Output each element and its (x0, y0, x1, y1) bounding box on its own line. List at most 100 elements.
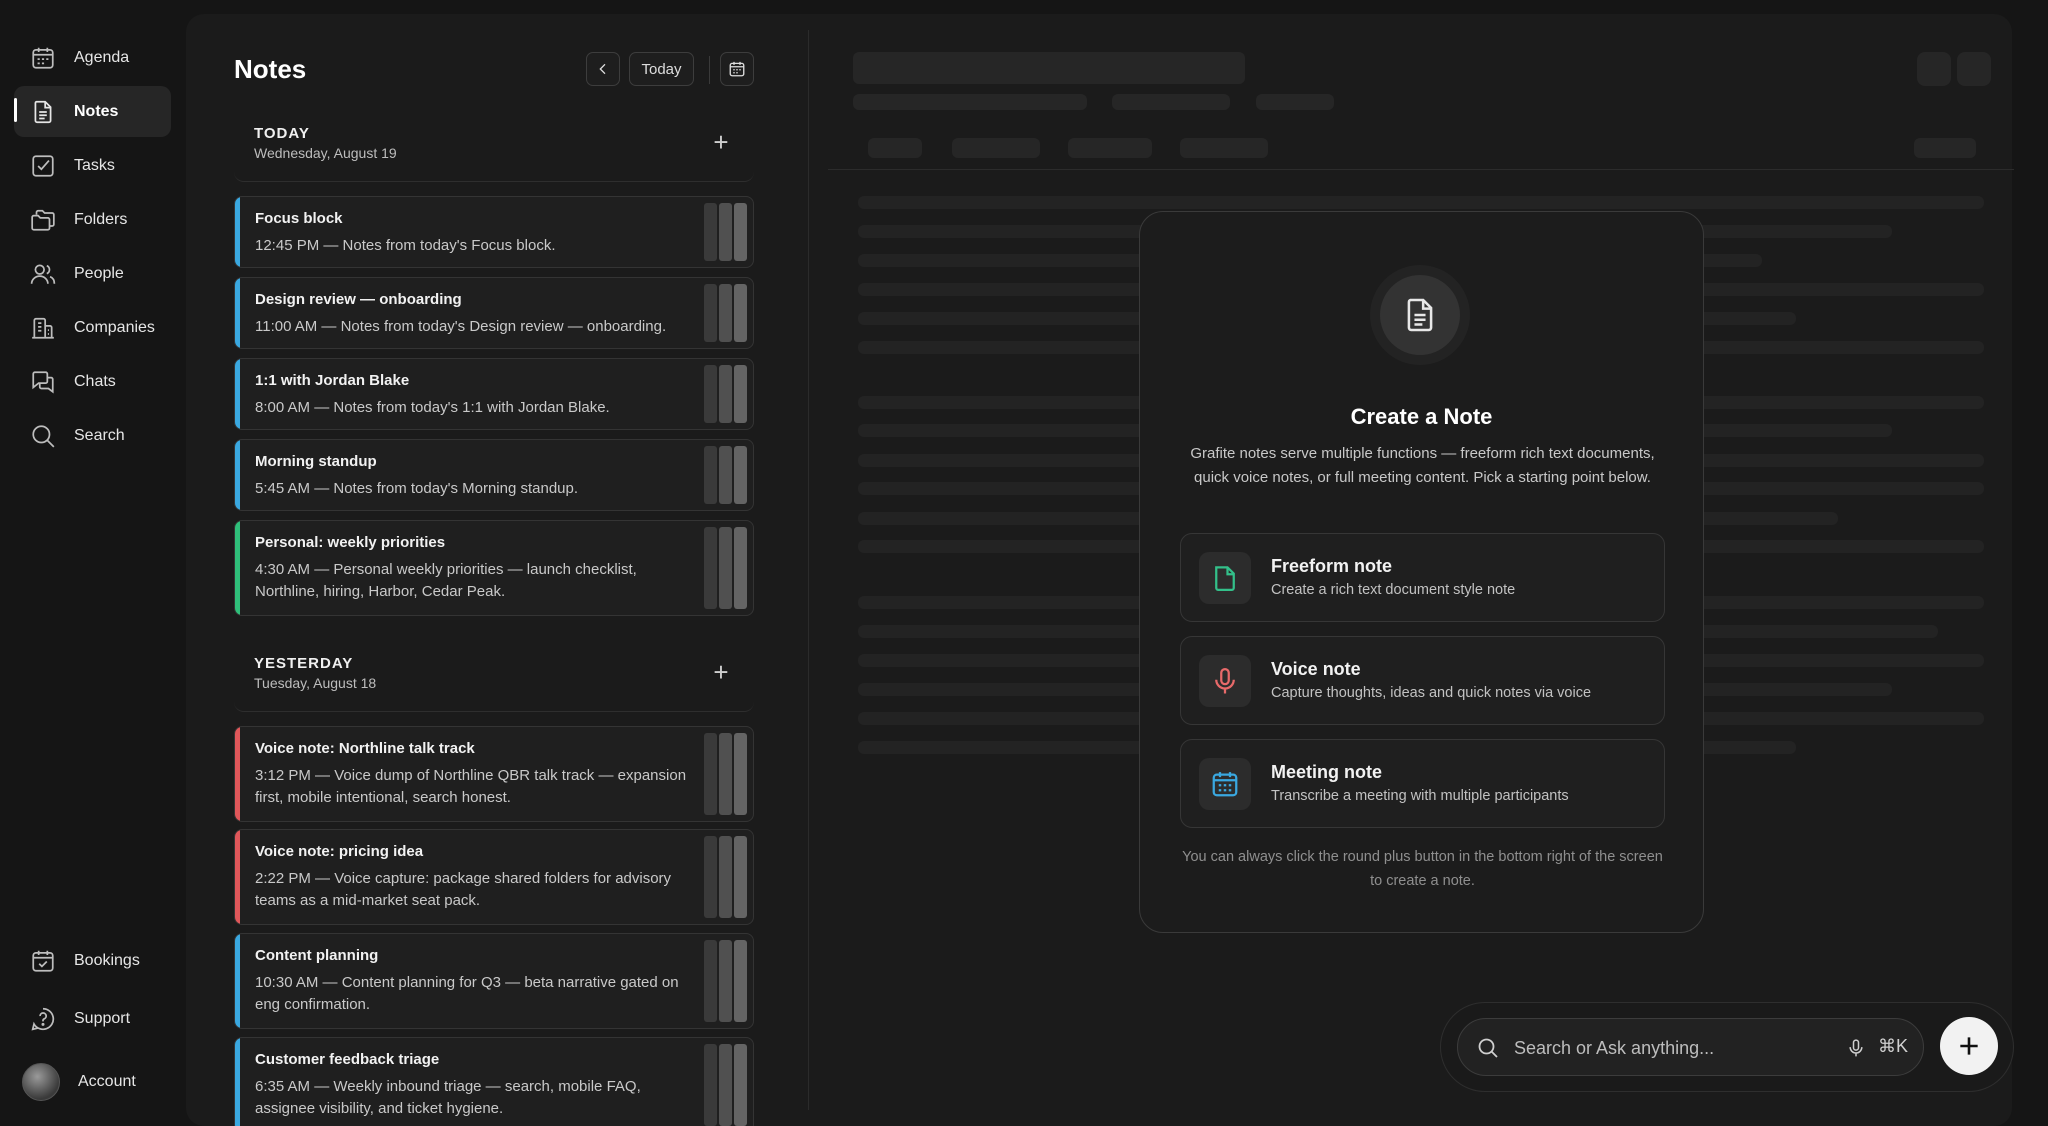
section-title: TODAY (254, 125, 310, 142)
sidebar-item-account[interactable]: Account (14, 1056, 171, 1107)
search-icon (28, 421, 58, 451)
search-icon (1476, 1036, 1500, 1065)
meeting-note-option[interactable]: Meeting note Transcribe a meeting with m… (1180, 739, 1665, 828)
section-date: Tuesday, August 18 (254, 675, 377, 691)
sidebar-item-label: Bookings (74, 951, 140, 969)
avatar (22, 1062, 60, 1101)
sidebar-item-label: Chats (74, 372, 116, 390)
microphone-icon[interactable] (1846, 1037, 1866, 1064)
option-title: Voice note (1271, 659, 1361, 679)
sidebar-item-tasks[interactable]: Tasks (14, 140, 171, 191)
note-activity-bars (704, 446, 747, 504)
freeform-note-option[interactable]: Freeform note Create a rich text documen… (1180, 533, 1665, 622)
section-date: Wednesday, August 19 (254, 145, 397, 161)
calendar-icon (729, 61, 745, 77)
page-title: Notes (234, 54, 307, 84)
calendar-check-icon (28, 946, 58, 976)
divider (709, 56, 710, 84)
note-activity-bars (704, 527, 747, 609)
note-title: Voice note: pricing idea (255, 843, 424, 860)
building-icon (28, 313, 58, 343)
voice-note-option[interactable]: Voice note Capture thoughts, ideas and q… (1180, 636, 1665, 725)
chat-bubbles-icon (28, 367, 58, 397)
note-accent-bar (235, 521, 240, 615)
sidebar-item-label: Companies (74, 318, 155, 336)
note-description: 8:00 AM — Notes from today's 1:1 with Jo… (255, 399, 610, 416)
option-description: Create a rich text document style note (1271, 582, 1516, 598)
add-note-button[interactable]: + (706, 658, 736, 688)
people-icon (28, 259, 58, 289)
note-accent-bar (235, 934, 240, 1028)
checkbox-icon (28, 151, 58, 181)
sidebar-item-agenda[interactable]: Agenda (14, 32, 171, 83)
help-circle-icon (28, 1004, 58, 1034)
calendar-icon (1199, 758, 1251, 810)
note-description: 4:30 AM — Personal weekly priorities — l… (255, 561, 637, 600)
previous-day-button[interactable] (586, 52, 620, 86)
note-description: 2:22 PM — Voice capture: package shared … (255, 870, 672, 909)
new-note-button[interactable] (1940, 1017, 1998, 1075)
note-activity-bars (704, 203, 747, 261)
section-title: YESTERDAY (254, 655, 354, 672)
option-title: Meeting note (1271, 762, 1382, 782)
plus-icon (1960, 1037, 1978, 1055)
note-accent-bar (235, 197, 240, 267)
file-icon (1199, 552, 1251, 604)
sidebar-item-notes[interactable]: Notes (14, 86, 171, 137)
sidebar-item-label: Agenda (74, 48, 130, 66)
note-card[interactable]: Morning standup 5:45 AM — Notes from toda… (234, 439, 754, 511)
note-activity-bars (704, 733, 747, 815)
option-title: Freeform note (1271, 556, 1393, 576)
note-title: Focus block (255, 210, 343, 227)
note-accent-bar (235, 1038, 240, 1126)
sidebar-item-label: Account (78, 1072, 136, 1090)
sidebar-item-companies[interactable]: Companies (14, 302, 171, 353)
active-indicator (14, 98, 17, 122)
date-picker-button[interactable] (720, 52, 754, 86)
note-card[interactable]: Focus block 12:45 PM — Notes from today's… (234, 196, 754, 268)
note-description: 3:12 PM — Voice dump of Northline QBR ta… (255, 767, 687, 806)
note-card[interactable]: Personal: weekly priorities 4:30 AM — Per… (234, 520, 754, 616)
note-card[interactable]: Customer feedback triage 6:35 AM — Weekly… (234, 1037, 754, 1126)
sidebar-item-bookings[interactable]: Bookings (14, 935, 171, 986)
dialog-title: Create a Note (1350, 404, 1493, 429)
note-card[interactable]: Content planning 10:30 AM — Content plann… (234, 933, 754, 1029)
sidebar: Agenda Notes Tasks Folders People Compan… (0, 0, 184, 1126)
note-card[interactable]: Voice note: pricing idea 2:22 PM — Voice … (234, 829, 754, 925)
note-description: 10:30 AM — Content planning for Q3 — bet… (255, 974, 679, 1013)
note-accent-bar (235, 359, 240, 429)
note-accent-bar (235, 440, 240, 510)
note-description: 12:45 PM — Notes from today's Focus bloc… (255, 237, 556, 254)
sidebar-item-label: Tasks (74, 156, 115, 174)
search-input[interactable] (1514, 1033, 1814, 1063)
document-icon (1407, 298, 1433, 332)
note-title: Content planning (255, 947, 379, 964)
sidebar-item-support[interactable]: Support (14, 993, 171, 1044)
today-button[interactable]: Today (629, 52, 694, 86)
note-title: Personal: weekly priorities (255, 534, 446, 551)
note-card[interactable]: Design review — onboarding 11:00 AM — Not… (234, 277, 754, 349)
note-card[interactable]: 1:1 with Jordan Blake 8:00 AM — Notes fro… (234, 358, 754, 430)
dialog-description: Grafite notes serve multiple functions —… (1190, 445, 1655, 486)
create-note-dialog: Create a Note Grafite notes serve multip… (1139, 211, 1704, 933)
option-description: Transcribe a meeting with multiple parti… (1271, 788, 1569, 804)
add-note-button[interactable]: + (706, 128, 736, 158)
sidebar-item-label: Notes (74, 102, 119, 120)
note-card[interactable]: Voice note: Northline talk track 3:12 PM … (234, 726, 754, 822)
note-title: Customer feedback triage (255, 1051, 440, 1068)
option-description: Capture thoughts, ideas and quick notes … (1271, 685, 1592, 701)
sidebar-item-chats[interactable]: Chats (14, 356, 171, 407)
note-title: Design review — onboarding (255, 291, 462, 308)
search-bar: ⌘K (1457, 1018, 1924, 1076)
note-title: 1:1 with Jordan Blake (255, 372, 410, 389)
sidebar-item-label: Search (74, 426, 125, 444)
note-activity-bars (704, 940, 747, 1022)
note-description: 5:45 AM — Notes from today's Morning sta… (255, 480, 579, 497)
note-accent-bar (235, 727, 240, 821)
chevron-left-icon (599, 63, 606, 75)
note-activity-bars (704, 836, 747, 918)
sidebar-item-search[interactable]: Search (14, 410, 171, 461)
sidebar-item-people[interactable]: People (14, 248, 171, 299)
sidebar-item-label: Folders (74, 210, 128, 228)
sidebar-item-folders[interactable]: Folders (14, 194, 171, 245)
